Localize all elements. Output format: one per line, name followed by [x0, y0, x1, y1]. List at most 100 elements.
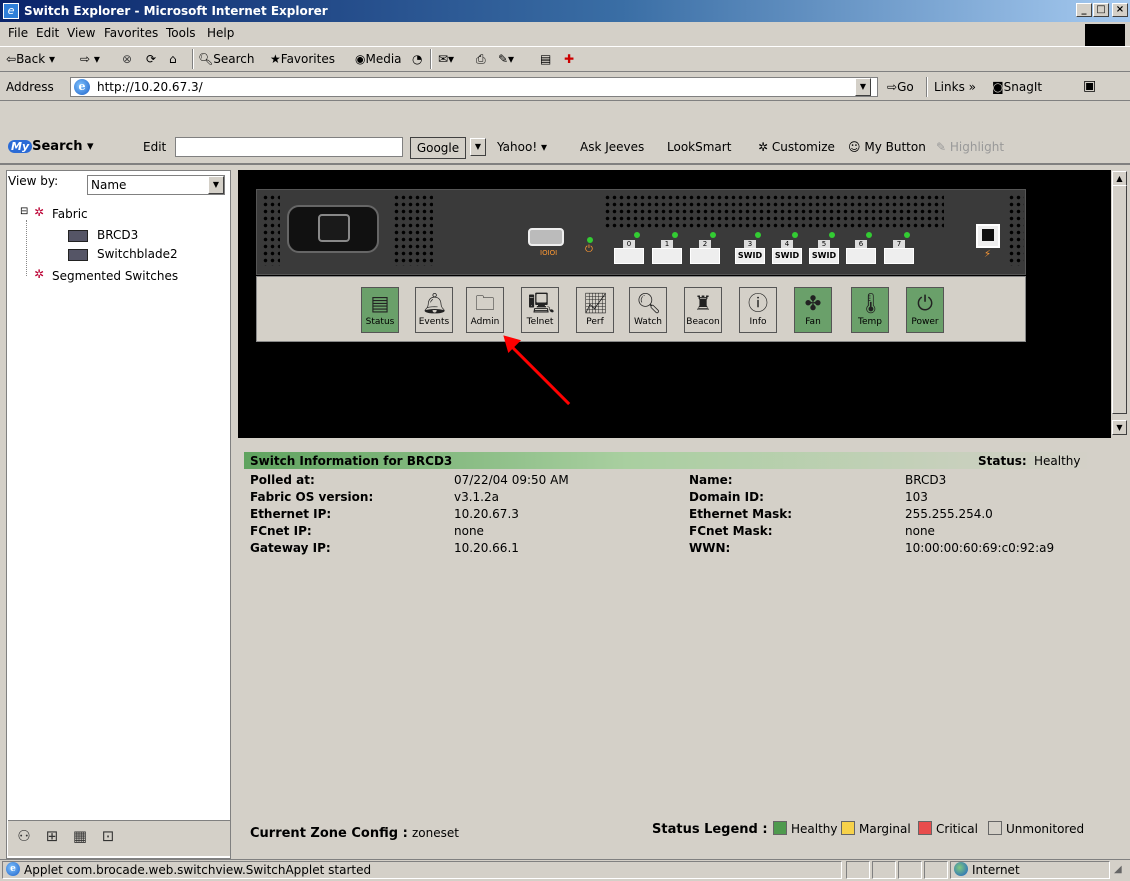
port-led: [672, 232, 678, 238]
address-separator: [926, 77, 928, 97]
port-led: [866, 232, 872, 238]
google-button[interactable]: Google: [410, 137, 466, 159]
maximize-button[interactable]: □: [1093, 3, 1109, 17]
fc-port-7[interactable]: [884, 248, 914, 264]
close-button[interactable]: ×: [1112, 3, 1128, 17]
scroll-up-button[interactable]: ▲: [1112, 171, 1127, 186]
capture-settings-icon[interactable]: ▣: [1083, 78, 1096, 94]
tree-item-brcd3[interactable]: BRCD3: [97, 228, 138, 242]
toolbar-separator: [430, 49, 432, 69]
minimize-button[interactable]: _: [1076, 3, 1092, 17]
address-input[interactable]: http://10.20.67.3/: [70, 77, 878, 97]
mysearch-logo[interactable]: My Search ▾: [8, 139, 94, 154]
tree-item-fabric[interactable]: Fabric: [52, 207, 88, 221]
edit-button[interactable]: Edit: [143, 140, 166, 154]
admin-button[interactable]: 🗀 Admin: [466, 287, 504, 333]
menu-file[interactable]: File: [8, 26, 28, 40]
links-button[interactable]: Links »: [934, 80, 976, 94]
snagit-button[interactable]: ◙SnagIt: [992, 80, 1042, 94]
menu-favorites[interactable]: Favorites: [104, 26, 158, 40]
tree-item-switchblade2[interactable]: Switchblade2: [97, 247, 178, 261]
fc-port-3[interactable]: SWID: [735, 248, 765, 264]
ethernet-port: [976, 224, 1000, 248]
customize-icon: ✲: [758, 140, 769, 154]
scroll-down-button[interactable]: ▼: [1112, 420, 1127, 435]
history-icon[interactable]: ◔: [412, 52, 422, 66]
ie-logo-icon: e: [3, 3, 19, 19]
back-button[interactable]: ⇦Back ▾: [6, 52, 55, 66]
status-button[interactable]: ▤ Status: [361, 287, 399, 333]
field-value: 10.20.66.1: [454, 541, 519, 555]
ethernet-link-icon: ⚡: [984, 249, 992, 260]
field-value: BRCD3: [905, 473, 947, 487]
messenger-icon[interactable]: ✚: [564, 52, 574, 66]
telnet-button[interactable]: 🖳 Telnet: [521, 287, 559, 333]
edit-page-icon[interactable]: ✎▾: [498, 52, 514, 66]
stop-icon[interactable]: ⊗: [122, 52, 132, 66]
address-dropdown-button[interactable]: ▼: [855, 78, 871, 96]
table-view-icon[interactable]: ▦: [70, 826, 90, 846]
media-icon: ◉: [355, 52, 366, 66]
port-led: [904, 232, 910, 238]
fc-port-5[interactable]: SWID: [809, 248, 839, 264]
go-button[interactable]: ⇨Go: [887, 80, 914, 94]
home-icon[interactable]: ⌂: [169, 52, 177, 66]
media-button[interactable]: ◉Media: [355, 52, 402, 66]
watch-button[interactable]: 🔍︎ Watch: [629, 287, 667, 333]
field-label: Name:: [689, 473, 733, 487]
events-button[interactable]: 🔔︎ Events: [415, 287, 453, 333]
info-button[interactable]: ⓘ Info: [739, 287, 777, 333]
field-label: Domain ID:: [689, 490, 764, 504]
field-label: Gateway IP:: [250, 541, 331, 555]
internet-globe-icon: [954, 862, 968, 876]
highlight-icon: ✎: [936, 140, 947, 154]
menu-tools[interactable]: Tools: [166, 26, 196, 40]
fc-port-1[interactable]: [652, 248, 682, 264]
fc-port-4[interactable]: SWID: [772, 248, 802, 264]
fabric-view-icon[interactable]: ⚇: [14, 826, 34, 846]
discuss-icon[interactable]: ▤: [540, 52, 551, 66]
field-label: Ethernet Mask:: [689, 507, 793, 521]
fc-port-2[interactable]: [690, 248, 720, 264]
fc-port-6[interactable]: [846, 248, 876, 264]
tile-view-icon[interactable]: ⊡: [98, 826, 118, 846]
view-by-select[interactable]: Name: [87, 175, 225, 195]
power-led: [587, 237, 593, 243]
vent-grille: [393, 194, 433, 266]
favorites-button[interactable]: ★Favorites: [270, 52, 335, 66]
temp-button[interactable]: 🌡︎ Temp: [851, 287, 889, 333]
menu-edit[interactable]: Edit: [36, 26, 59, 40]
ask-jeeves-button[interactable]: Ask Jeeves: [580, 140, 644, 154]
my-button[interactable]: ☺ My Button: [848, 140, 926, 154]
resize-grip-icon[interactable]: ◢: [1114, 864, 1122, 875]
customize-button[interactable]: ✲ Customize: [758, 140, 835, 154]
vent-grille: [604, 194, 944, 230]
scroll-thumb[interactable]: [1112, 185, 1127, 414]
yahoo-button[interactable]: Yahoo! ▾: [497, 140, 547, 154]
go-arrow-icon: ⇨: [887, 80, 898, 94]
view-by-dropdown-button[interactable]: ▼: [208, 176, 224, 194]
menu-help[interactable]: Help: [207, 26, 234, 40]
fan-button[interactable]: ✤ Fan: [794, 287, 832, 333]
search-button[interactable]: 🔍︎Search: [198, 52, 254, 66]
looksmart-button[interactable]: LookSmart: [667, 140, 731, 154]
tree-item-segmented-switches[interactable]: Segmented Switches: [52, 269, 178, 283]
status-legend-label: Status Legend :: [652, 822, 768, 837]
search-input[interactable]: [175, 137, 403, 157]
perf-button[interactable]: 📈︎ Perf: [576, 287, 614, 333]
mail-icon[interactable]: ✉▾: [438, 52, 454, 66]
google-dropdown-button[interactable]: ▼: [470, 138, 486, 156]
beacon-button[interactable]: ♜ Beacon: [684, 287, 722, 333]
topology-view-icon[interactable]: ⊞: [42, 826, 62, 846]
refresh-icon[interactable]: ⟳: [146, 52, 156, 66]
print-icon[interactable]: ⎙: [476, 52, 486, 67]
highlight-button[interactable]: ✎ Highlight: [936, 140, 1004, 154]
menu-view[interactable]: View: [67, 26, 95, 40]
status-cell: [924, 861, 948, 879]
tree-collapse-icon[interactable]: ⊟: [20, 206, 28, 217]
field-label: FCnet Mask:: [689, 524, 773, 538]
power-button[interactable]: ⏻ Power: [906, 287, 944, 333]
status-label: Status:: [978, 454, 1027, 468]
fc-port-0[interactable]: [614, 248, 644, 264]
forward-button[interactable]: ⇨ ▾: [80, 52, 100, 66]
